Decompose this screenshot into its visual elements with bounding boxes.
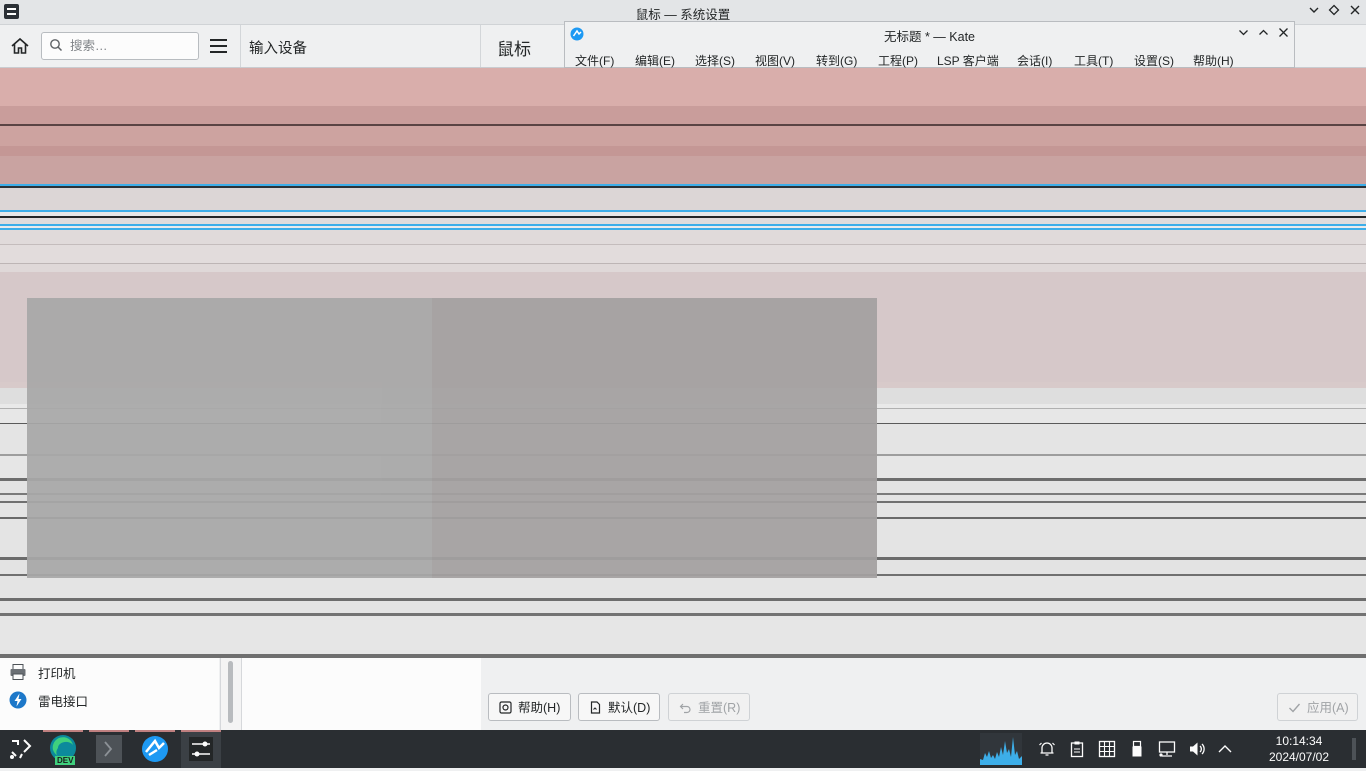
maximize-button[interactable] (1325, 3, 1343, 21)
divider (480, 25, 481, 67)
defaults-button-label: 默认(D) (608, 701, 651, 715)
clipboard-button[interactable] (1068, 740, 1086, 758)
sidebar-scrollbar[interactable] (220, 658, 241, 730)
kate-maximize-button[interactable] (1254, 25, 1272, 43)
settings-sliders-icon (189, 737, 213, 761)
search-icon (50, 39, 63, 52)
menu-go[interactable]: 转到(G) (816, 52, 857, 69)
network-button[interactable] (1158, 740, 1176, 758)
lifebuoy-icon (499, 701, 512, 714)
edge-dev-badge: DEV (55, 756, 76, 765)
chevron-down-icon (1238, 30, 1248, 36)
sidebar-list: 打印机 雷电接口 (0, 658, 219, 730)
taskbar-system-settings[interactable] (181, 730, 221, 768)
checkmark-icon (1289, 703, 1301, 713)
taskbar-konsole[interactable] (89, 730, 129, 768)
kate-close-button[interactable] (1274, 25, 1292, 43)
sidebar-item-thunderbolt[interactable]: 雷电接口 (0, 686, 219, 714)
menu-projects[interactable]: 工程(P) (878, 52, 918, 69)
chevron-up-icon (1218, 745, 1232, 753)
scrollbar-thumb[interactable] (228, 661, 233, 723)
home-icon (11, 37, 29, 54)
glitched-content-area (0, 68, 1366, 658)
keyboard-layout-button[interactable] (1098, 740, 1116, 758)
kate-minimize-button[interactable] (1234, 25, 1252, 43)
thunderbolt-icon (9, 691, 27, 709)
sidebar-item-label: 雷电接口 (38, 695, 89, 709)
input-grid-icon (1098, 740, 1116, 758)
taskbar: DEV 10:14:34 2024/07/02 (0, 730, 1366, 768)
defaults-button[interactable]: 默认(D) (578, 693, 660, 721)
undo-icon (679, 703, 691, 714)
speaker-icon (1190, 742, 1205, 756)
cpu-graph-icon (980, 733, 1022, 765)
home-button[interactable] (10, 37, 30, 55)
clipboard-icon (1070, 741, 1084, 758)
digital-clock[interactable]: 10:14:34 2024/07/02 (1254, 733, 1344, 765)
search-input[interactable] (68, 36, 194, 56)
wired-network-icon (1158, 741, 1176, 757)
breadcrumb-category: 输入设备 (249, 41, 307, 57)
clock-date: 2024/07/02 (1268, 750, 1330, 764)
taskbar-edge-dev[interactable]: DEV (43, 730, 83, 768)
menu-edit[interactable]: 编辑(E) (635, 52, 675, 69)
close-button[interactable] (1346, 3, 1364, 21)
menu-help[interactable]: 帮助(H) (1193, 52, 1234, 69)
kate-window-title: 无标题 * — Kate (884, 30, 975, 44)
document-defaults-icon (590, 701, 601, 714)
settings-footer: 帮助(H) 默认(D) 重置(R) 应用(A) (481, 658, 1366, 730)
menu-settings[interactable]: 设置(S) (1134, 52, 1174, 69)
rendering-artifact-overlay (27, 298, 877, 578)
subcategory-pane (241, 658, 482, 730)
divider (240, 25, 241, 67)
notifications-button[interactable] (1038, 740, 1056, 758)
chevron-down-icon (1309, 7, 1319, 13)
menu-lsp-client[interactable]: LSP 客户端 (937, 52, 999, 69)
taskbar-kate[interactable] (135, 730, 175, 768)
kate-window: 无标题 * — Kate 文件(F) 编辑(E) 选择(S) 视图(V) 转到(… (564, 21, 1295, 68)
kate-menubar: 文件(F) 编辑(E) 选择(S) 视图(V) 转到(G) 工程(P) LSP … (565, 49, 1294, 69)
printer-icon (10, 664, 26, 680)
terminal-icon (96, 735, 122, 763)
sidebar-item-label: 打印机 (38, 667, 76, 681)
usb-drive-icon (1132, 740, 1142, 757)
volume-button[interactable] (1188, 740, 1206, 758)
help-button-label: 帮助(H) (518, 701, 561, 715)
usb-devices-button[interactable] (1128, 740, 1146, 758)
close-icon (1278, 28, 1288, 37)
menu-sessions[interactable]: 会话(I) (1017, 52, 1052, 69)
apply-button[interactable]: 应用(A) (1277, 693, 1358, 721)
menu-view[interactable]: 视图(V) (755, 52, 795, 69)
system-monitor-widget[interactable] (980, 733, 1022, 765)
bell-icon (1039, 742, 1055, 756)
app-launcher-icon (10, 739, 32, 759)
help-button[interactable]: 帮助(H) (488, 693, 571, 721)
search-field[interactable] (41, 32, 199, 60)
restore-diamond-icon (1328, 4, 1340, 16)
page-title: 鼠标 (497, 40, 531, 59)
clock-time: 10:14:34 (1275, 734, 1323, 748)
menu-file[interactable]: 文件(F) (575, 52, 614, 69)
menu-selection[interactable]: 选择(S) (695, 52, 735, 69)
minimize-button[interactable] (1305, 3, 1323, 21)
apply-button-label: 应用(A) (1307, 701, 1349, 715)
kate-icon (142, 736, 168, 762)
show-desktop-button[interactable] (1352, 738, 1356, 760)
sidebar-item-printers[interactable]: 打印机 (0, 658, 219, 686)
hamburger-menu-button[interactable] (210, 39, 227, 53)
close-icon (1350, 5, 1360, 15)
expand-tray-button[interactable] (1216, 740, 1234, 758)
menu-tools[interactable]: 工具(T) (1074, 52, 1113, 69)
reset-button-label: 重置(R) (698, 701, 741, 715)
reset-button[interactable]: 重置(R) (668, 693, 750, 721)
chevron-up-icon (1258, 29, 1268, 35)
application-launcher-button[interactable] (0, 730, 40, 768)
